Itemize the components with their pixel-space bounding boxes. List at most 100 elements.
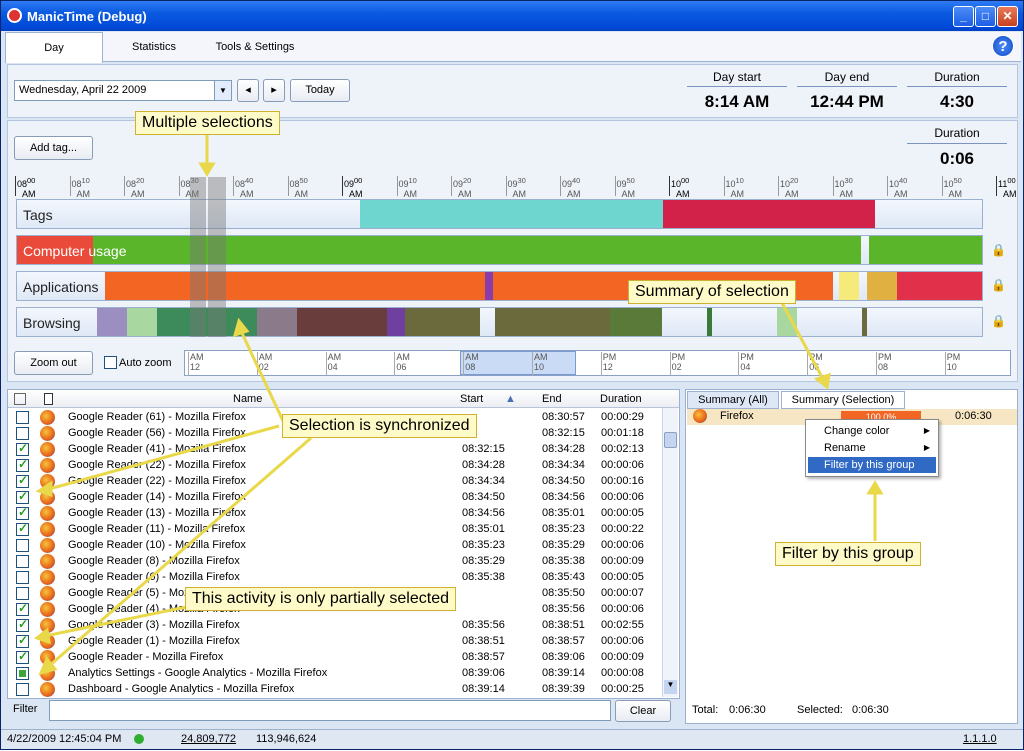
row-checkbox[interactable] <box>16 505 29 520</box>
next-day-button[interactable]: ▸ <box>263 79 285 102</box>
auto-zoom-checkbox[interactable] <box>104 356 117 369</box>
browsing-track[interactable]: Browsing <box>16 307 983 337</box>
table-row[interactable]: Google Reader (41) - Mozilla Firefox 08:3… <box>8 441 663 458</box>
tab-summary-all[interactable]: Summary (All) <box>687 391 779 409</box>
row-checkbox[interactable] <box>16 601 29 616</box>
row-checkbox[interactable] <box>16 649 29 664</box>
row-checkbox[interactable] <box>16 571 29 584</box>
row-checkbox[interactable] <box>16 683 29 696</box>
row-start: 08:34:28 <box>462 459 505 471</box>
table-row[interactable]: Google Reader (3) - Mozilla Firefox 08:35… <box>8 617 663 634</box>
table-row[interactable]: Google Reader (8) - Mozilla Firefox 08:35… <box>8 554 663 570</box>
close-button[interactable]: ✕ <box>997 6 1018 27</box>
table-row[interactable]: Dashboard - Google Analytics - Mozilla F… <box>8 682 663 698</box>
lock-icon[interactable]: 🔒 <box>991 278 1006 294</box>
help-icon[interactable]: ? <box>992 35 1014 57</box>
browse-segment[interactable] <box>495 308 610 336</box>
app-segment[interactable] <box>867 272 897 300</box>
menu-filter-by-group[interactable]: Filter by this group <box>808 457 936 473</box>
scroll-down-icon[interactable]: ▼ <box>664 680 677 694</box>
browse-segment[interactable] <box>157 308 257 336</box>
selection-duration-value: 0:06 <box>939 149 975 168</box>
browse-segment[interactable] <box>610 308 662 336</box>
selection-range[interactable] <box>190 177 206 337</box>
row-checkbox[interactable] <box>16 473 29 488</box>
row-checkbox[interactable] <box>16 617 29 632</box>
applications-track[interactable]: Applications <box>16 271 983 301</box>
row-checkbox[interactable] <box>16 521 29 536</box>
table-row[interactable]: Google Reader (22) - Mozilla Firefox 08:3… <box>8 457 663 474</box>
scroll-thumb[interactable] <box>664 432 677 448</box>
app-segment[interactable] <box>485 272 493 300</box>
col-end[interactable]: End <box>542 393 562 405</box>
row-checkbox[interactable] <box>16 489 29 504</box>
browse-segment[interactable] <box>97 308 127 336</box>
time-ruler[interactable]: 0800 AM 0810 AM 0820 AM 0830 AM 0840 AM 0850 … <box>15 176 1017 199</box>
zoom-out-button[interactable]: Zoom out <box>14 351 93 375</box>
row-checkbox[interactable] <box>16 555 29 568</box>
browse-segment[interactable] <box>405 308 480 336</box>
app-segment[interactable] <box>105 272 485 300</box>
browse-segment[interactable] <box>707 308 712 336</box>
table-row[interactable]: Google Reader (1) - Mozilla Firefox 08:38… <box>8 633 663 650</box>
row-checkbox[interactable] <box>16 587 29 600</box>
row-checkbox[interactable] <box>16 633 29 648</box>
col-duration[interactable]: Duration <box>600 393 642 405</box>
chevron-down-icon[interactable]: ▼ <box>214 81 231 100</box>
tab-tools-settings[interactable]: Tools & Settings <box>205 32 305 62</box>
row-checkbox[interactable] <box>16 441 29 456</box>
overview-tick: PM 04 <box>738 352 754 376</box>
selection-range[interactable] <box>208 177 226 337</box>
clear-filter-button[interactable]: Clear <box>615 700 671 722</box>
row-checkbox[interactable] <box>16 457 29 472</box>
row-checkbox[interactable] <box>16 427 29 440</box>
version-link[interactable]: 1.1.1.0 <box>963 733 997 745</box>
lock-icon[interactable]: 🔒 <box>991 314 1006 330</box>
row-duration: 00:00:09 <box>601 555 644 567</box>
select-all-checkbox[interactable] <box>14 393 26 405</box>
table-row[interactable]: Google Reader (14) - Mozilla Firefox 08:3… <box>8 489 663 506</box>
table-row[interactable]: Google Reader (22) - Mozilla Firefox 08:3… <box>8 473 663 490</box>
row-checkbox[interactable] <box>16 411 29 424</box>
tag-segment[interactable] <box>360 200 663 228</box>
browse-segment[interactable] <box>257 308 297 336</box>
tab-day[interactable]: Day <box>5 32 103 63</box>
maximize-button[interactable]: □ <box>975 6 996 27</box>
filter-input[interactable] <box>49 700 611 721</box>
tab-summary-selection[interactable]: Summary (Selection) <box>781 391 905 409</box>
table-row[interactable]: Google Reader (11) - Mozilla Firefox 08:3… <box>8 521 663 538</box>
browse-segment[interactable] <box>862 308 867 336</box>
col-name[interactable]: Name <box>233 393 262 405</box>
col-start[interactable]: Start <box>460 393 483 405</box>
tag-segment[interactable] <box>663 200 875 228</box>
browse-segment[interactable] <box>777 308 797 336</box>
table-row[interactable]: Google Reader (6) - Mozilla Firefox 08:35… <box>8 570 663 586</box>
usage-segment[interactable] <box>869 236 982 264</box>
tab-statistics[interactable]: Statistics <box>119 32 189 62</box>
lock-icon[interactable]: 🔒 <box>991 243 1006 259</box>
tags-track[interactable]: Tags <box>16 199 983 229</box>
add-tag-button[interactable]: Add tag... <box>14 136 93 160</box>
browse-segment[interactable] <box>297 308 387 336</box>
row-checkbox[interactable] <box>16 667 29 680</box>
minimize-button[interactable]: _ <box>953 6 974 27</box>
computer-usage-track[interactable]: Computer usage <box>16 235 983 265</box>
overview-timeline[interactable]: AM 12 AM 02 AM 04 AM 06 AM 08 AM 10 PM 12 PM 02 PM 04 PM 06… <box>184 350 1011 376</box>
browse-segment[interactable] <box>127 308 157 336</box>
table-row[interactable]: Google Reader - Mozilla Firefox 08:38:57 0… <box>8 649 663 666</box>
row-checkbox[interactable] <box>16 539 29 552</box>
row-name: Google Reader (1) - Mozilla Firefox <box>68 635 240 647</box>
prev-day-button[interactable]: ◂ <box>237 79 259 102</box>
menu-change-color[interactable]: Change color ▶ <box>808 423 936 439</box>
table-row[interactable]: Analytics Settings - Google Analytics - … <box>8 666 663 682</box>
list-scrollbar[interactable]: ▼ <box>662 408 678 697</box>
app-segment[interactable] <box>839 272 859 300</box>
today-button[interactable]: Today <box>290 79 350 102</box>
app-segment[interactable] <box>897 272 982 300</box>
browse-segment[interactable] <box>387 308 405 336</box>
menu-rename[interactable]: Rename ▶ <box>808 440 936 456</box>
table-row[interactable]: Google Reader (10) - Mozilla Firefox 08:3… <box>8 538 663 554</box>
table-row[interactable]: Google Reader (13) - Mozilla Firefox 08:3… <box>8 505 663 522</box>
status-memory-link[interactable]: 24,809,772 <box>181 733 236 745</box>
date-picker[interactable]: Wednesday, April 22 2009 ▼ <box>14 80 232 101</box>
